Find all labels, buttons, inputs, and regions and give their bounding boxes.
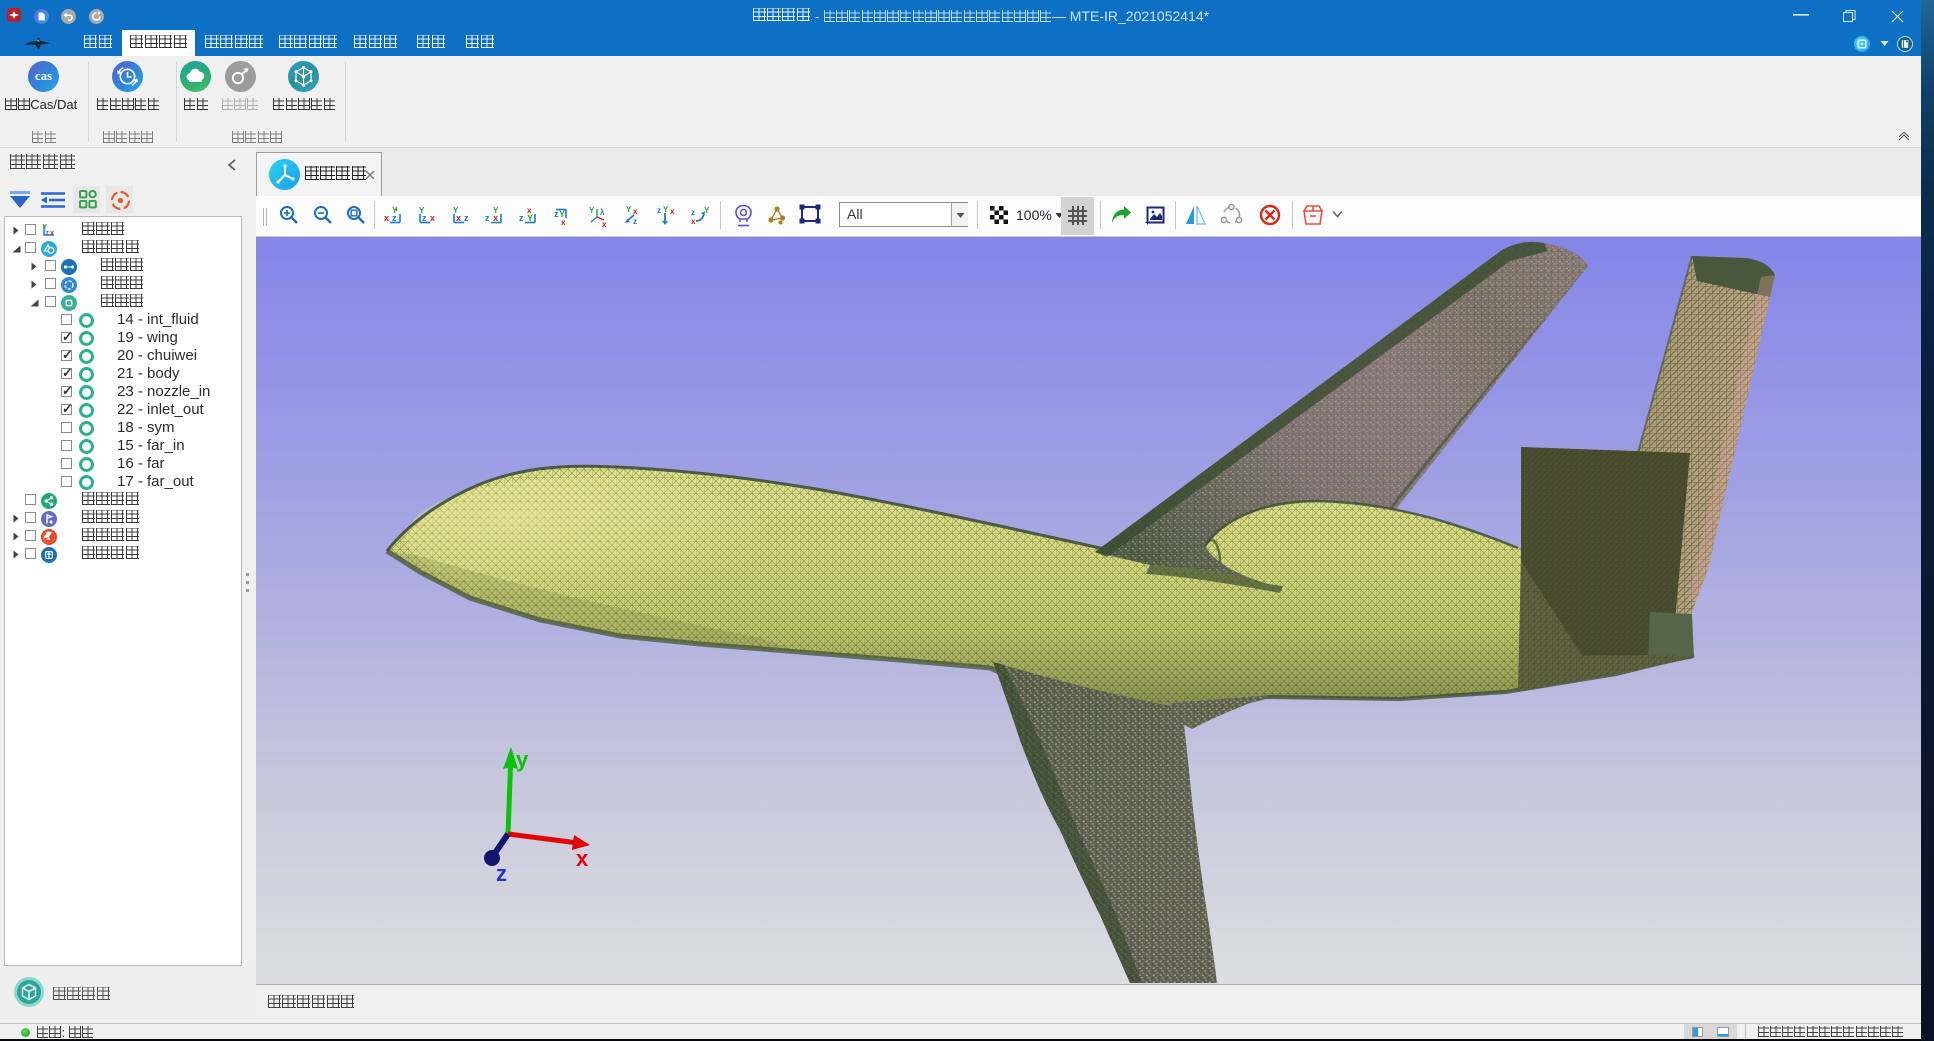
svg-text:z: z (496, 861, 507, 886)
svg-text:x: x (576, 846, 589, 871)
svg-text:z: z (691, 208, 695, 217)
svg-text:x: x (384, 213, 389, 223)
svg-text:x: x (50, 230, 54, 237)
svg-text:Y: Y (392, 206, 398, 215)
svg-text:x: x (527, 206, 532, 215)
svg-text:z: z (464, 213, 469, 223)
svg-text:z: z (633, 217, 637, 226)
svg-text:x: x (561, 218, 566, 227)
svg-text:Y: Y (663, 205, 669, 214)
svg-text:z: z (657, 206, 661, 215)
svg-text:x: x (456, 213, 461, 223)
svg-text:Y: Y (626, 205, 632, 214)
svg-text:x: x (430, 213, 435, 223)
svg-text:y: y (516, 747, 529, 772)
svg-text:z: z (485, 213, 490, 223)
svg-text:z: z (519, 213, 524, 223)
svg-text:λ: λ (600, 208, 605, 217)
svg-text:x: x (670, 207, 675, 216)
svg-text:Y: Y (43, 224, 48, 231)
svg-text:Y: Y (589, 206, 595, 215)
svg-text:x: x (602, 220, 607, 227)
svg-text:Y: Y (493, 206, 499, 215)
svg-text:z: z (422, 213, 427, 223)
svg-text:x: x (633, 207, 638, 216)
svg-text:x: x (691, 217, 696, 226)
svg-text:z: z (46, 230, 50, 237)
svg-text:Y: Y (704, 206, 710, 215)
